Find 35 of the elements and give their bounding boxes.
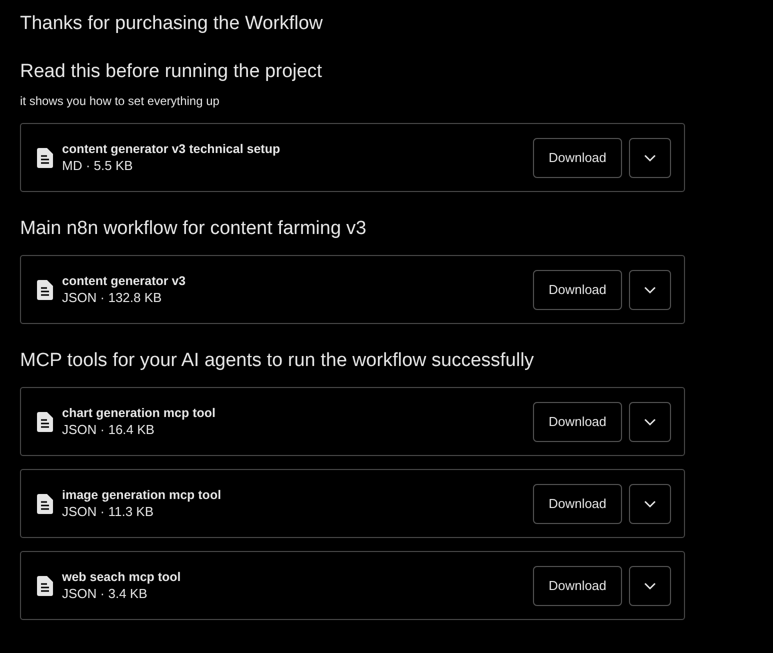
file-meta: MD · 5.5 KB (62, 158, 134, 173)
section-heading: Main n8n workflow for content farming v3 (20, 218, 368, 240)
document-icon (37, 494, 53, 514)
dropdown-button[interactable] (629, 484, 671, 524)
file-name: content generator v3 technical setup (62, 142, 282, 156)
file-meta: JSON · 11.3 KB (62, 504, 155, 519)
file-meta: JSON · 132.8 KB (62, 290, 163, 305)
chevron-down-icon (644, 154, 656, 162)
file-name: image generation mcp tool (62, 488, 222, 502)
file-name: content generator v3 (62, 274, 187, 288)
download-button[interactable]: Download (533, 270, 622, 310)
file-meta: JSON · 3.4 KB (62, 586, 148, 601)
chevron-down-icon (644, 286, 656, 294)
file-name: web seach mcp tool (62, 570, 182, 584)
chevron-down-icon (644, 418, 656, 426)
document-icon (37, 576, 53, 596)
download-button[interactable]: Download (533, 566, 622, 606)
chevron-down-icon (644, 500, 656, 508)
document-icon (37, 148, 53, 168)
document-icon (37, 280, 53, 300)
dropdown-button[interactable] (629, 270, 671, 310)
section-note: it shows you how to set everything up (20, 94, 220, 108)
section-heading: Read this before running the project (20, 61, 324, 83)
page-title: Thanks for purchasing the Workflow (20, 13, 324, 35)
document-icon (37, 412, 53, 432)
download-button[interactable]: Download (533, 402, 622, 442)
file-name: chart generation mcp tool (62, 406, 216, 420)
dropdown-button[interactable] (629, 566, 671, 606)
dropdown-button[interactable] (629, 138, 671, 178)
file-meta: JSON · 16.4 KB (62, 422, 156, 437)
download-button[interactable]: Download (533, 138, 622, 178)
section-heading: MCP tools for your AI agents to run the workflow successfully (20, 350, 535, 372)
chevron-down-icon (644, 582, 656, 590)
download-button[interactable]: Download (533, 484, 622, 524)
dropdown-button[interactable] (629, 402, 671, 442)
